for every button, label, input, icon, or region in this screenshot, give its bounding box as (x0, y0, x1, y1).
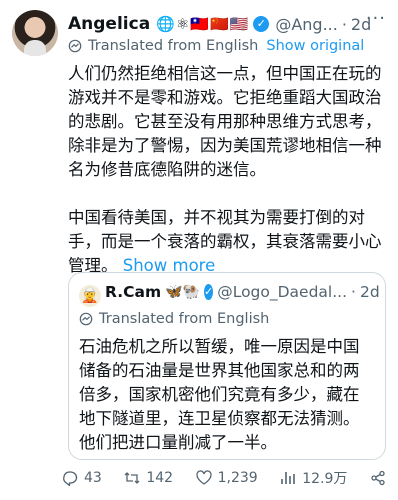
tweet-paragraph-2-text: 中国看待美国，并不视其为需要打倒的对手，而是一个衰落的霸权，其衰落需要小心管理。 (68, 208, 382, 275)
quoted-tweet[interactable]: 🧝 R.Cam 🦋🐏 ✓ @Logo_Daedal... · 2d Transl… (68, 272, 386, 460)
quoted-author-name: R.Cam (105, 283, 162, 301)
repost-count: 142 (146, 470, 174, 486)
quoted-author-emojis: 🦋🐏 (165, 284, 200, 300)
quoted-text: 石油危机之所以暂缓，唯一原因是中国储备的石油量是世界其他国家总和的两倍多，国家机… (79, 337, 360, 452)
author-name[interactable]: Angelica (68, 14, 150, 34)
reply-count: 43 (84, 470, 102, 486)
quoted-timestamp: 2d (359, 283, 380, 301)
views-button[interactable]: 12.9万 (280, 468, 347, 488)
tweet-paragraph-2: 中国看待美国，并不视其为需要打倒的对手，而是一个衰落的霸权，其衰落需要小心管理。… (68, 206, 388, 278)
tweet: Angelica 🌐⚛🇹🇼🇨🇳🇺🇸 ✓ @Ang... · 2d ··· Tra… (0, 0, 398, 500)
tweet-paragraph-1: 人们仍然拒绝相信这一点，但中国正在玩的游戏并不是零和游戏。它拒绝重蹈大国政治的悲… (68, 64, 382, 179)
quoted-translated-label: Translated from English (99, 311, 270, 327)
views-icon (281, 472, 296, 484)
quoted-translation-notice: Translated from English (79, 311, 269, 327)
reply-icon (63, 471, 78, 486)
quoted-separator-dot: · (351, 283, 356, 301)
quoted-header: R.Cam 🦋🐏 ✓ @Logo_Daedal... · 2d (105, 283, 380, 301)
translation-notice: Translated from English Show original (68, 38, 364, 54)
quoted-verified-badge-icon: ✓ (203, 284, 214, 300)
translated-label: Translated from English (88, 38, 259, 54)
avatar[interactable] (12, 10, 58, 56)
translate-icon (68, 39, 82, 53)
show-original-link[interactable]: Show original (266, 38, 364, 54)
repost-icon (124, 472, 140, 484)
author-handle[interactable]: @Ang... (275, 15, 338, 34)
separator-dot: · (341, 14, 347, 34)
quoted-avatar: 🧝 (79, 285, 101, 307)
view-count: 12.9万 (302, 471, 348, 487)
author-emojis: 🌐⚛🇹🇼🇨🇳🇺🇸 (156, 15, 250, 33)
quoted-author-handle: @Logo_Daedal... (217, 283, 348, 301)
more-options-icon[interactable]: ··· (366, 8, 386, 29)
action-bar: 43 142 1,239 12.9万 (62, 466, 392, 490)
share-button[interactable] (370, 470, 392, 486)
verified-badge-icon: ✓ (253, 16, 270, 32)
like-count: 1,239 (217, 470, 258, 486)
translate-icon (79, 312, 93, 326)
tweet-text: 人们仍然拒绝相信这一点，但中国正在玩的游戏并不是零和游戏。它拒绝重蹈大国政治的悲… (68, 62, 388, 278)
reply-button[interactable]: 43 (62, 470, 102, 486)
tweet-header: Angelica 🌐⚛🇹🇼🇨🇳🇺🇸 ✓ @Ang... · 2d (68, 12, 388, 36)
share-icon (371, 470, 385, 486)
heart-icon (195, 470, 212, 485)
like-button[interactable]: 1,239 (195, 470, 258, 486)
repost-button[interactable]: 142 (124, 470, 173, 486)
